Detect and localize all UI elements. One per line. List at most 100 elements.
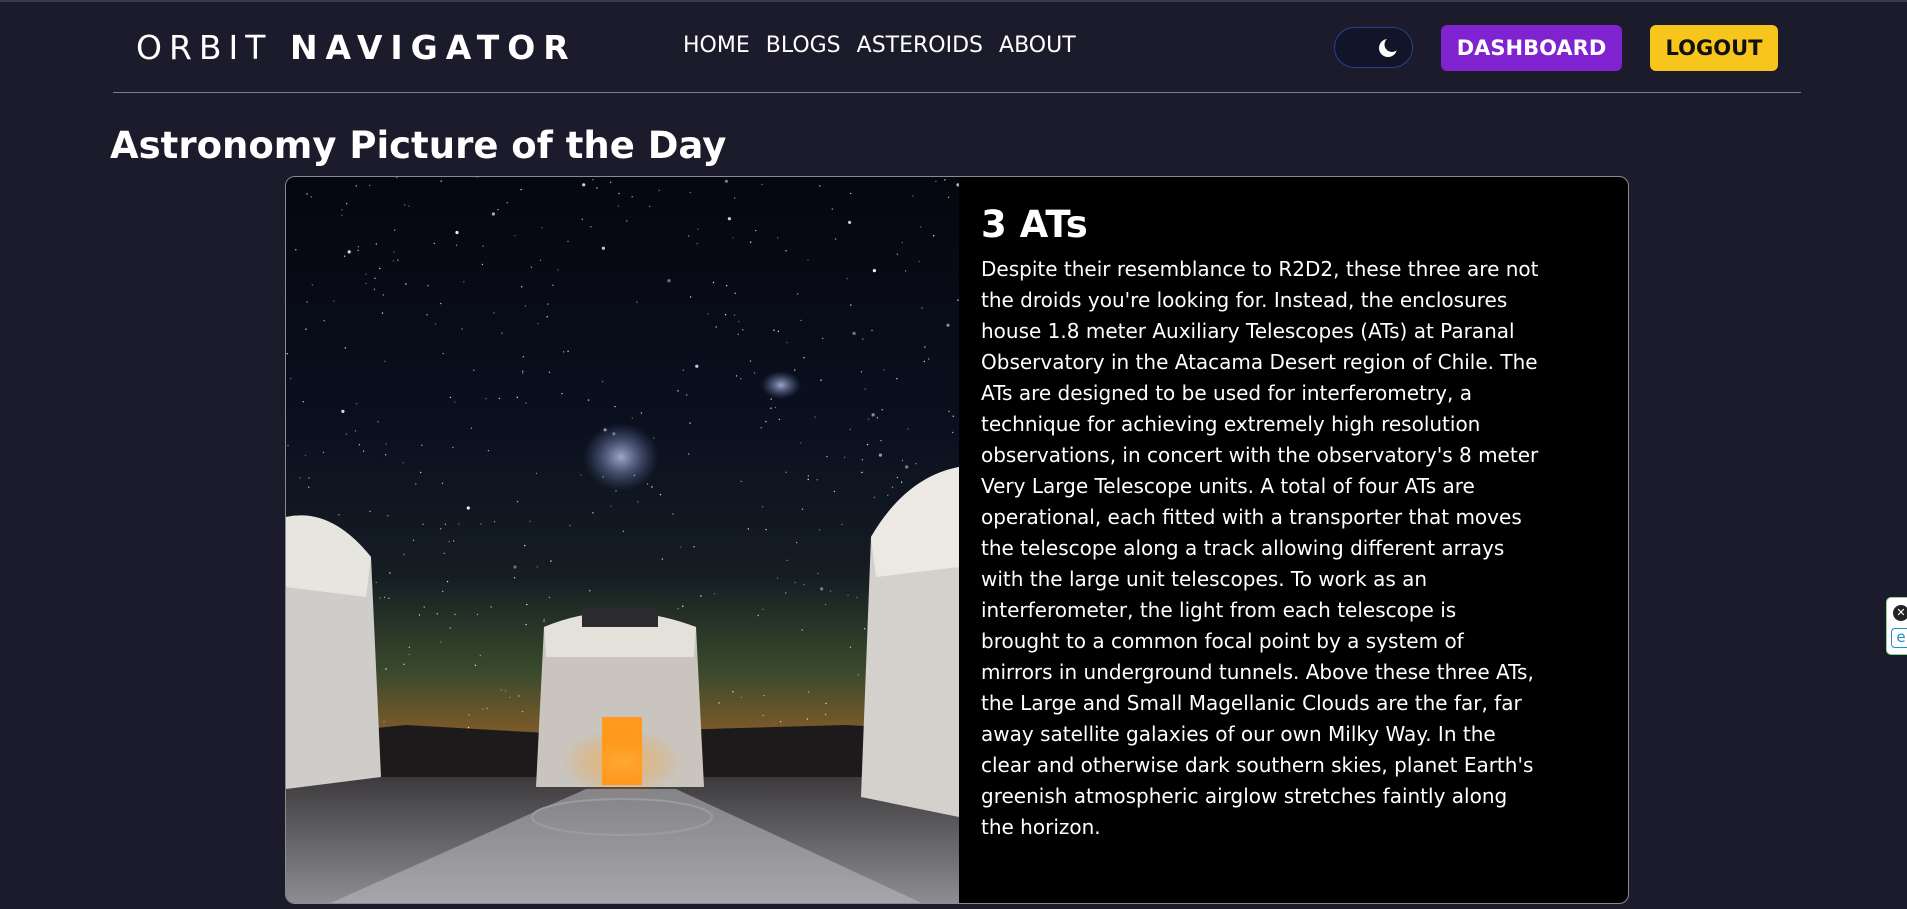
brand-light-text: ORBIT [136,28,273,67]
moon-icon [1379,38,1398,57]
star [734,292,736,294]
star [562,351,565,353]
star [653,437,655,439]
star [757,614,759,617]
star [872,269,877,273]
nav-link-about[interactable]: ABOUT [999,33,1076,58]
star [355,185,357,187]
star [636,301,638,303]
star [408,646,410,648]
star [561,392,563,395]
star [470,427,473,429]
star [440,641,442,643]
star [601,380,604,383]
star [548,371,551,373]
close-icon[interactable]: ✕ [1893,605,1907,621]
star [861,459,864,461]
star [454,401,456,403]
star [543,619,545,621]
star [490,606,492,608]
star [682,369,684,371]
star [344,347,347,349]
star [847,594,849,597]
star [700,595,702,597]
star [384,360,386,362]
star [567,240,569,243]
star [468,714,470,716]
star [427,285,429,287]
star [712,281,715,284]
star [474,664,477,666]
star [631,196,633,198]
star [918,260,920,263]
star [724,179,728,183]
star [421,444,423,446]
star [946,323,950,327]
star [928,358,930,360]
star [481,708,484,710]
star [777,330,780,332]
star [418,614,421,616]
star [341,409,345,413]
star [740,480,742,483]
star [452,446,454,449]
extension-letter-icon[interactable]: e [1891,628,1907,648]
star [423,606,425,608]
star [426,314,428,316]
star [646,483,649,485]
star [306,193,308,195]
star [385,454,387,456]
star [740,696,743,699]
nav-link-blogs[interactable]: BLOGS [766,33,841,58]
star [548,596,551,599]
star [796,541,798,544]
star [880,439,882,442]
star [818,529,821,531]
star [441,482,444,484]
star [458,523,460,525]
star [933,235,935,237]
star [785,471,787,473]
star [522,372,524,374]
star [408,205,410,207]
nav-link-asteroids[interactable]: ASTEROIDS [857,33,983,58]
star [392,260,395,262]
star [659,493,662,496]
star [525,623,527,626]
star [405,283,407,285]
star [355,403,358,405]
star [346,203,348,205]
star [397,259,399,261]
extension-widget[interactable]: ✕ e [1886,597,1907,655]
star [841,523,843,526]
star [773,329,775,331]
star [463,281,465,283]
star [677,608,679,610]
star [299,477,301,479]
nav-link-home[interactable]: HOME [683,33,750,58]
star [369,184,371,187]
star [778,418,781,421]
star [697,228,699,230]
dashboard-button[interactable]: DASHBOARD [1441,25,1622,71]
star [383,596,386,598]
theme-toggle[interactable] [1334,27,1413,68]
star [881,409,883,411]
star [696,243,698,245]
star [473,369,475,371]
star [774,406,777,409]
star [904,270,907,272]
logout-button[interactable]: LOGOUT [1650,25,1778,71]
star [688,453,690,455]
star [824,603,827,606]
star [308,486,310,488]
star [658,189,660,192]
star [735,375,738,377]
star [381,312,384,314]
star [920,226,922,228]
star [687,235,690,237]
star [500,689,502,691]
brand-logo[interactable]: ORBIT NAVIGATOR [136,28,577,67]
star [552,284,554,286]
star [794,369,796,371]
